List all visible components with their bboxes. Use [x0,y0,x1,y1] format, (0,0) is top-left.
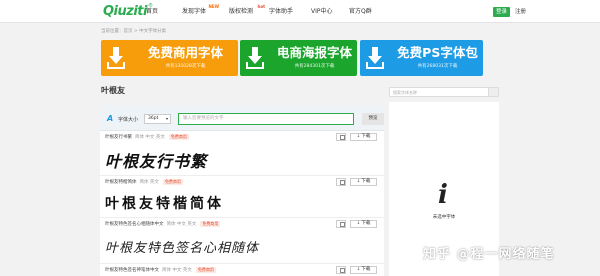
download-icon: ↓ [356,267,361,272]
font-row: 叶根友行书繁 简体 中文 英文 免费商用 ↓下载 叶根友行书繁 [100,131,384,176]
license-badge: 免费商用 [168,134,189,140]
font-tags: 简体 英文 [139,180,159,185]
font-tags: 简体 中文 英文 [135,135,165,140]
font-name[interactable]: 叶根友特楷简体 [105,179,137,185]
search-icon[interactable] [488,88,498,96]
breadcrumb: 当前位置：首页 > 中文字体分类 [101,29,167,34]
preview-button[interactable]: 预览 [362,113,384,125]
font-size-select[interactable]: 36pt ▾ [144,114,171,124]
banner-free-ps-font-pack[interactable]: 免费PS字体包 共有268031次下载 [360,40,483,76]
chevron-down-icon: ▾ [165,116,168,121]
font-tags: 简体 中文 英文 [162,268,192,273]
download-icon: ↓ [356,134,361,139]
nav-item-font-assistant[interactable]: 字体助手 [269,0,311,23]
zhihu-watermark: 知乎 @程一网络随笔 [423,247,555,262]
nav-item-label: 发现字体 [182,8,207,15]
download-icon [366,47,384,69]
main-nav: 首页 发现字体 NEW 版权检测 hot 字体助手 VIP中心 官方Q群 [146,0,379,23]
new-badge: NEW [208,4,220,9]
font-sample-preview: 叶根友特楷简体 [105,196,224,212]
preview-toolbar: A 字体大小 36pt ▾ 输入您要预览的文字 预览 [100,105,384,131]
download-label: 下载 [361,179,371,184]
register-link[interactable]: 注册 [515,7,526,17]
download-icon: ↓ [356,179,361,184]
download-button[interactable]: ↓下载 [350,133,377,141]
favorite-icon[interactable] [336,266,346,274]
nav-item-label: 版权检测 [229,8,254,15]
font-size-icon: A [107,114,114,123]
banner-ecommerce-poster-fonts[interactable]: 电商海报字体 共有284301次下载 [240,40,357,76]
preview-text-input[interactable]: 输入您要预览的文字 [178,113,354,125]
font-sample-preview: 叶根友行书繁 [105,152,208,171]
font-row-meta: 叶根友行书繁 简体 中文 英文 免费商用 [105,134,189,140]
download-button[interactable]: ↓下载 [350,178,377,186]
font-list-panel: A 字体大小 36pt ▾ 输入您要预览的文字 预览 叶根友行书繁 简体 中文 … [100,105,384,276]
font-tags: 简体 中文 英文 [166,222,197,227]
nav-item-qq-group[interactable]: 官方Q群 [349,0,379,23]
font-row-meta: 叶根友特色签名心相随体中文 简体 中文 英文 免费商用 [105,221,221,227]
logo-text: Qiuziti [103,3,147,19]
nav-item-label: VIP中心 [311,8,333,15]
font-row: 叶根友特色签名神笔体中文 简体 中文 英文 免费商用 ↓下载 [100,264,384,276]
download-button[interactable]: ↓下载 [350,266,377,274]
font-size-value: 36pt [148,116,159,121]
font-name[interactable]: 叶根友特色签名神笔体中文 [105,267,159,273]
download-label: 下载 [361,221,371,226]
favorite-icon[interactable] [336,133,346,141]
nav-item-copyright-check[interactable]: 版权检测 hot [229,0,269,23]
banner-title: 免费商用字体 [147,45,223,60]
sidebar-search-input[interactable]: 搜索字体名称 [389,87,499,97]
info-icon: i [438,180,448,210]
font-row: 叶根友特楷简体 简体 英文 免费商用 ↓下载 叶根友特楷简体 [100,176,384,218]
page-title: 叶根友 [101,86,125,95]
nav-item-vip[interactable]: VIP中心 [311,0,349,23]
download-button[interactable]: ↓下载 [350,220,377,228]
banner-subtitle: 共有268031次下载 [417,64,458,69]
font-row-meta: 叶根友特楷简体 简体 英文 免费商用 [105,179,183,185]
login-button[interactable]: 登录 [493,7,510,17]
search-placeholder: 搜索字体名称 [393,90,417,95]
hot-badge: hot [257,4,265,9]
license-badge: 免费商用 [162,179,183,185]
banner-free-commercial-fonts[interactable]: 免费商用字体 共有135028次下载 [101,40,238,76]
font-size-label: 字体大小 [118,117,139,123]
nav-item-discover[interactable]: 发现字体 NEW [182,0,229,23]
nav-item-home[interactable]: 首页 [146,0,182,23]
banner-title: 免费PS字体包 [397,45,478,60]
font-row: 叶根友特色签名心相随体中文 简体 中文 英文 免费商用 ↓下载 叶根友特色签名心… [100,218,384,264]
font-row-meta: 叶根友特色签名神笔体中文 简体 中文 英文 免费商用 [105,267,216,273]
no-font-selected-text: 未选中字体 [432,215,456,220]
download-label: 下载 [361,267,371,272]
font-name[interactable]: 叶根友特色签名心相随体中文 [105,221,164,227]
nav-item-label: 字体助手 [269,8,294,15]
font-name[interactable]: 叶根友行书繁 [105,134,132,140]
banner-title: 电商海报字体 [276,45,352,60]
top-navigation-bar: Qiuziti ® 首页 发现字体 NEW 版权检测 hot 字体助手 VIP中… [0,0,600,23]
download-label: 下载 [361,134,371,139]
download-icon [107,47,125,69]
nav-item-label: 官方Q群 [349,8,372,15]
favorite-icon[interactable] [336,178,346,186]
download-icon: ↓ [356,221,361,226]
download-icon [246,47,264,69]
font-sample-preview: 叶根友特色签名心相随体 [105,241,260,256]
nav-item-label: 首页 [146,8,159,15]
banner-subtitle: 共有135028次下载 [165,64,206,69]
favorite-icon[interactable] [336,220,346,228]
banner-subtitle: 共有284301次下载 [294,64,335,69]
license-badge: 免费商用 [200,221,221,227]
license-badge: 免费商用 [195,267,216,273]
